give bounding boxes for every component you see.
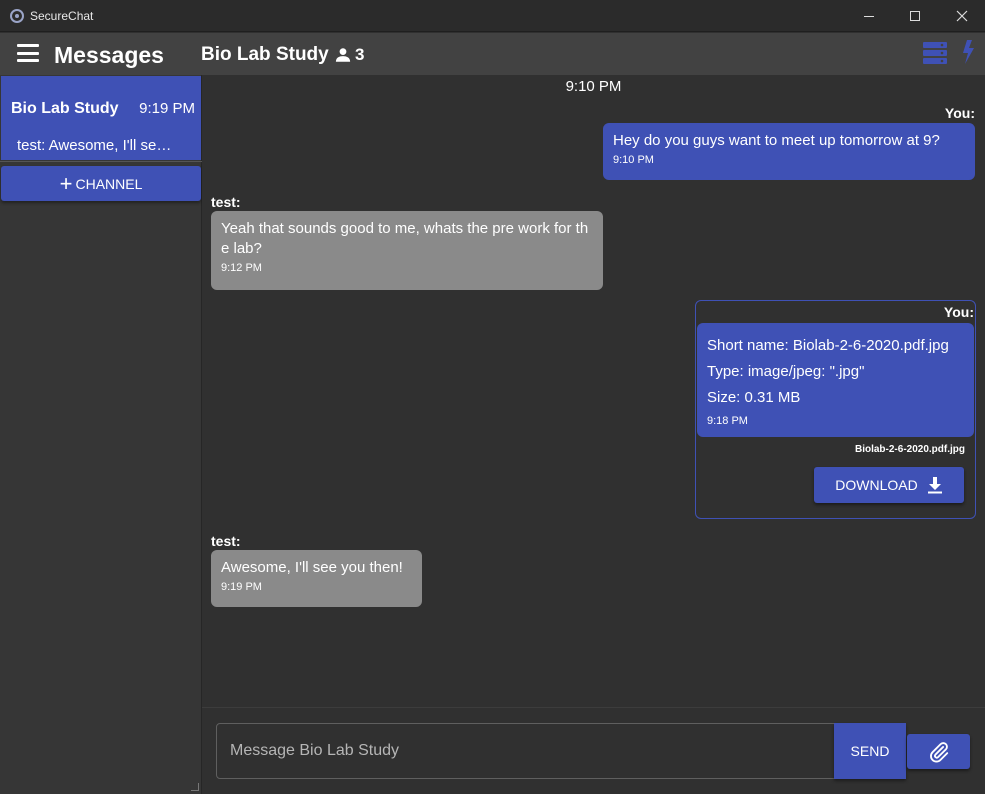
maximize-icon xyxy=(910,11,920,21)
minimize-button[interactable] xyxy=(846,0,892,32)
plus-icon: + xyxy=(59,170,73,196)
message-text: Awesome, I'll see you then! xyxy=(221,559,403,576)
window-titlebar: SecureChat xyxy=(0,0,985,32)
maximize-button[interactable] xyxy=(892,0,938,32)
channel-item-preview: test: Awesome, I'll see you then! xyxy=(17,137,177,154)
add-channel-button[interactable]: + CHANNEL xyxy=(1,166,201,201)
message-text: Yeah that sounds good to me, whats the p… xyxy=(221,220,589,257)
message-time: 9:18 PM xyxy=(707,415,748,427)
download-icon xyxy=(927,477,942,494)
message-sender: test: xyxy=(211,194,241,210)
minimize-icon xyxy=(864,15,874,17)
message-sender: You: xyxy=(943,304,974,320)
message-time: 9:12 PM xyxy=(221,262,262,274)
close-icon xyxy=(956,10,968,22)
message-list[interactable]: 9:10 PM You: Hey do you guys want to mee… xyxy=(202,75,985,707)
add-channel-label: CHANNEL xyxy=(75,175,143,192)
app-header: Messages Bio Lab Study 3 xyxy=(0,33,985,75)
sidebar-divider xyxy=(0,161,202,162)
person-icon xyxy=(335,48,351,62)
message-input[interactable] xyxy=(216,723,835,779)
channel-item-bio-lab-study[interactable]: Bio Lab Study 9:19 PM test: Awesome, I'l… xyxy=(1,76,201,160)
send-button[interactable]: SEND xyxy=(834,723,906,779)
message-time: 9:10 PM xyxy=(613,154,654,166)
file-info-bubble: Short name: Biolab-2-6-2020.pdf.jpg Type… xyxy=(697,323,974,437)
file-type: Type: image/jpeg: ".jpg" xyxy=(707,363,865,380)
message-bubble: Hey do you guys want to meet up tomorrow… xyxy=(603,123,975,180)
app-icon xyxy=(10,9,24,23)
attach-button[interactable] xyxy=(907,734,970,769)
page-title: Messages xyxy=(54,42,164,68)
paperclip-icon xyxy=(929,741,948,762)
file-message: You: Short name: Biolab-2-6-2020.pdf.jpg… xyxy=(695,300,976,519)
send-label: SEND xyxy=(850,743,890,759)
message-sender: You: xyxy=(944,105,975,121)
channel-item-name: Bio Lab Study xyxy=(11,100,119,117)
file-name: Biolab-2-6-2020.pdf.jpg xyxy=(854,444,965,455)
message-text: Hey do you guys want to meet up tomorrow… xyxy=(613,132,940,149)
channel-title: Bio Lab Study xyxy=(201,44,329,65)
message-bubble: Awesome, I'll see you then! 9:19 PM xyxy=(211,550,422,607)
member-count-value: 3 xyxy=(355,45,365,64)
message-sender: test: xyxy=(211,533,241,549)
download-label: DOWNLOAD xyxy=(835,477,918,493)
download-button[interactable]: DOWNLOAD xyxy=(814,467,964,503)
file-short-name: Short name: Biolab-2-6-2020.pdf.jpg xyxy=(707,337,949,354)
channel-sidebar: Bio Lab Study 9:19 PM test: Awesome, I'l… xyxy=(0,75,202,794)
bolt-icon[interactable] xyxy=(959,39,977,65)
message-composer: SEND xyxy=(202,707,985,794)
close-button[interactable] xyxy=(939,0,985,32)
channel-item-time: 9:19 PM xyxy=(139,100,195,117)
file-size: Size: 0.31 MB xyxy=(707,389,801,406)
member-count[interactable]: 3 xyxy=(334,45,364,65)
message-bubble: Yeah that sounds good to me, whats the p… xyxy=(211,211,603,290)
resize-grip[interactable] xyxy=(191,783,199,791)
message-time: 9:19 PM xyxy=(221,581,262,593)
server-icon[interactable] xyxy=(922,41,948,65)
window-title: SecureChat xyxy=(30,9,94,23)
date-separator: 9:10 PM xyxy=(565,78,622,95)
menu-icon[interactable] xyxy=(17,44,39,62)
